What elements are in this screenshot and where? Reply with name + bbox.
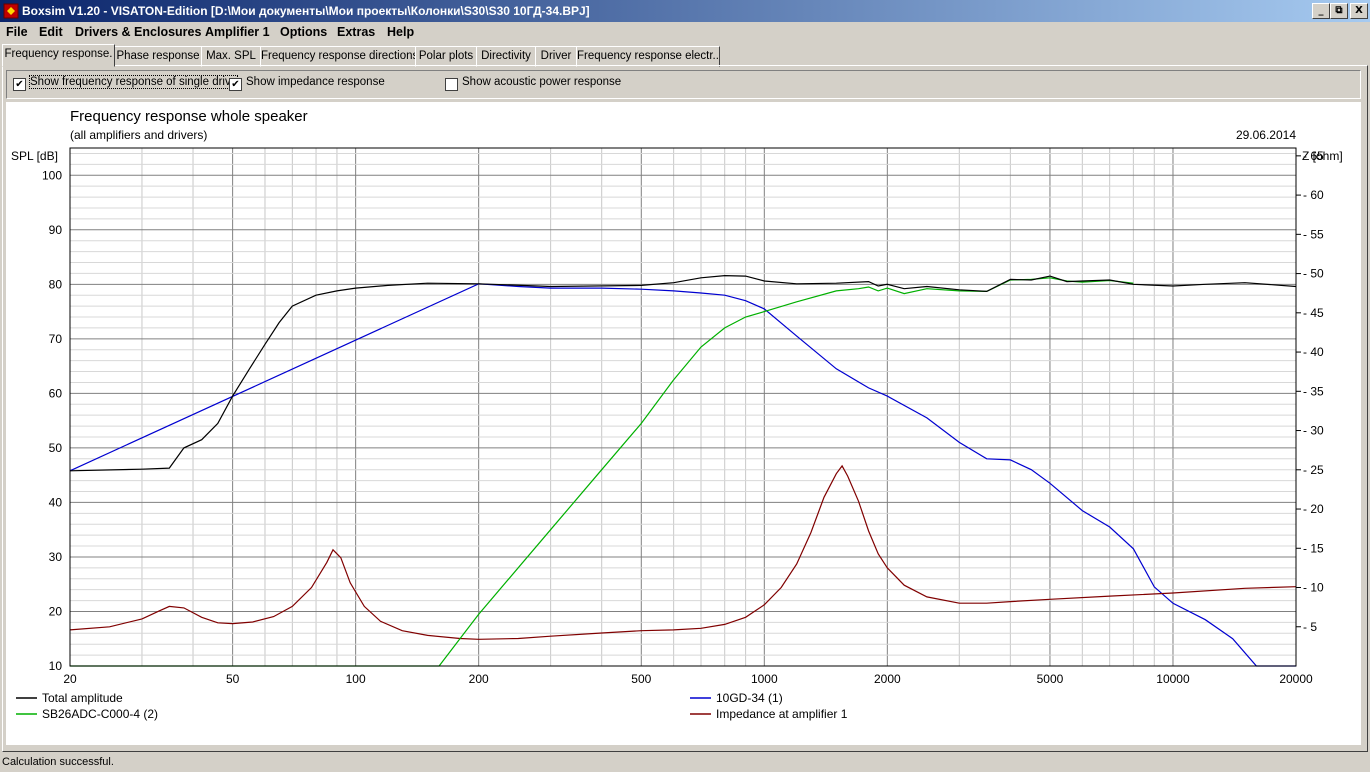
acoustic-power-label[interactable]: Show acoustic power response	[462, 76, 621, 88]
minimize-button[interactable]: _	[1312, 3, 1330, 19]
menu-file[interactable]: File	[6, 25, 28, 39]
y-tick-label: 50	[49, 441, 63, 455]
y2-tick-label: - 20	[1303, 502, 1324, 516]
y-tick-label: 80	[49, 277, 63, 291]
x-tick-label: 2000	[874, 672, 901, 686]
y2-tick-label: - 40	[1303, 345, 1324, 359]
menu-help[interactable]: Help	[387, 25, 414, 39]
plot-frame	[69, 147, 1297, 667]
x-tick-label: 20000	[1279, 672, 1313, 686]
y2-tick-label: - 25	[1303, 463, 1324, 477]
acoustic-power-checkbox[interactable]	[445, 78, 458, 91]
x-tick-label: 1000	[751, 672, 778, 686]
window-title: Boxsim V1.20 - VISATON-Edition [D:\Мои д…	[22, 4, 590, 18]
tab-strip: Frequency response. Phase response Max. …	[0, 44, 1370, 67]
x-tick-label: 500	[631, 672, 651, 686]
impedance-checkbox[interactable]: ✔	[229, 78, 242, 91]
app-icon	[3, 3, 19, 19]
impedance-label[interactable]: Show impedance response	[246, 76, 385, 88]
x-tick-label: 200	[469, 672, 489, 686]
tab-polar-plots[interactable]: Polar plots	[415, 46, 477, 67]
y-tick-label: 10	[49, 659, 63, 673]
chart-grid	[70, 148, 1296, 666]
legend-label-0: Total amplitude	[42, 691, 123, 705]
y2-tick-label: - 55	[1303, 227, 1324, 241]
y2-tick-label: - 65	[1303, 149, 1324, 163]
title-bar[interactable]: Boxsim V1.20 - VISATON-Edition [D:\Мои д…	[0, 0, 1370, 22]
y2-tick-label: - 60	[1303, 188, 1324, 202]
status-bar: Calculation successful.	[0, 752, 1370, 772]
y-tick-label: 20	[49, 604, 63, 618]
series-line-0	[69, 274, 1297, 472]
tab-max-spl[interactable]: Max. SPL	[201, 46, 261, 67]
legend-label-2: 10GD-34 (1)	[716, 691, 783, 705]
tab-directivity[interactable]: Directivity	[476, 46, 536, 67]
y-tick-label: 60	[49, 386, 63, 400]
series-line-2	[69, 283, 1296, 667]
y-tick-label: 100	[42, 168, 62, 182]
chart-legend: Total amplitude SB26ADC-C000-4 (2) 10GD-34…	[16, 691, 848, 721]
y2-tick-label: - 15	[1303, 541, 1324, 555]
menu-options[interactable]: Options	[280, 25, 327, 39]
legend-label-1: SB26ADC-C000-4 (2)	[42, 707, 158, 721]
menu-drivers-enclosures[interactable]: Drivers & Enclosures	[75, 25, 201, 39]
tab-frequency-response-directions[interactable]: Frequency response directions	[260, 46, 416, 67]
restore-button[interactable]: ⧉	[1330, 3, 1348, 19]
y2-tick-label: - 5	[1303, 620, 1317, 634]
y-tick-label: 30	[49, 550, 63, 564]
chart-title: Frequency response whole speaker	[70, 108, 308, 125]
frequency-response-chart: Frequency response whole speaker (all am…	[11, 108, 1343, 721]
chart-date: 29.06.2014	[1236, 128, 1296, 142]
status-text: Calculation successful.	[2, 756, 114, 768]
menu-amplifier[interactable]: Amplifier 1	[205, 25, 270, 39]
tab-phase-response[interactable]: Phase response	[114, 46, 202, 67]
y-tick-label: 70	[49, 332, 63, 346]
x-tick-label: 10000	[1156, 672, 1190, 686]
options-bar: ✔ Show frequency response of single driv…	[6, 70, 1361, 99]
tab-driver[interactable]: Driver	[535, 46, 577, 67]
x-tick-label: 50	[226, 672, 240, 686]
single-drivers-checkbox[interactable]: ✔	[13, 78, 26, 91]
x-tick-label: 20	[63, 672, 77, 686]
menu-extras[interactable]: Extras	[337, 25, 375, 39]
y2-tick-label: - 50	[1303, 267, 1324, 281]
menu-bar: File Edit Drivers & Enclosures Amplifier…	[0, 22, 1370, 43]
tab-frequency-response-electrical[interactable]: Frequency response electr..	[576, 46, 720, 67]
chart-area: Frequency response whole speaker (all am…	[6, 102, 1361, 745]
y2-tick-label: - 35	[1303, 384, 1324, 398]
legend-label-3: Impedance at amplifier 1	[716, 707, 848, 721]
y2-tick-label: - 10	[1303, 581, 1324, 595]
chart-subtitle: (all amplifiers and drivers)	[70, 128, 207, 142]
x-tick-label: 100	[346, 672, 366, 686]
menu-edit[interactable]: Edit	[39, 25, 63, 39]
single-drivers-label[interactable]: Show frequency response of single drive	[28, 75, 239, 89]
close-button[interactable]: X	[1350, 3, 1368, 19]
y-axis-label: SPL [dB]	[11, 149, 58, 163]
x-tick-label: 5000	[1037, 672, 1064, 686]
tab-frequency-response[interactable]: Frequency response.	[2, 44, 115, 67]
y-tick-label: 90	[49, 223, 63, 237]
y2-tick-label: - 30	[1303, 424, 1324, 438]
y-tick-label: 40	[49, 495, 63, 509]
chart-series	[69, 274, 1297, 667]
y2-tick-label: - 45	[1303, 306, 1324, 320]
